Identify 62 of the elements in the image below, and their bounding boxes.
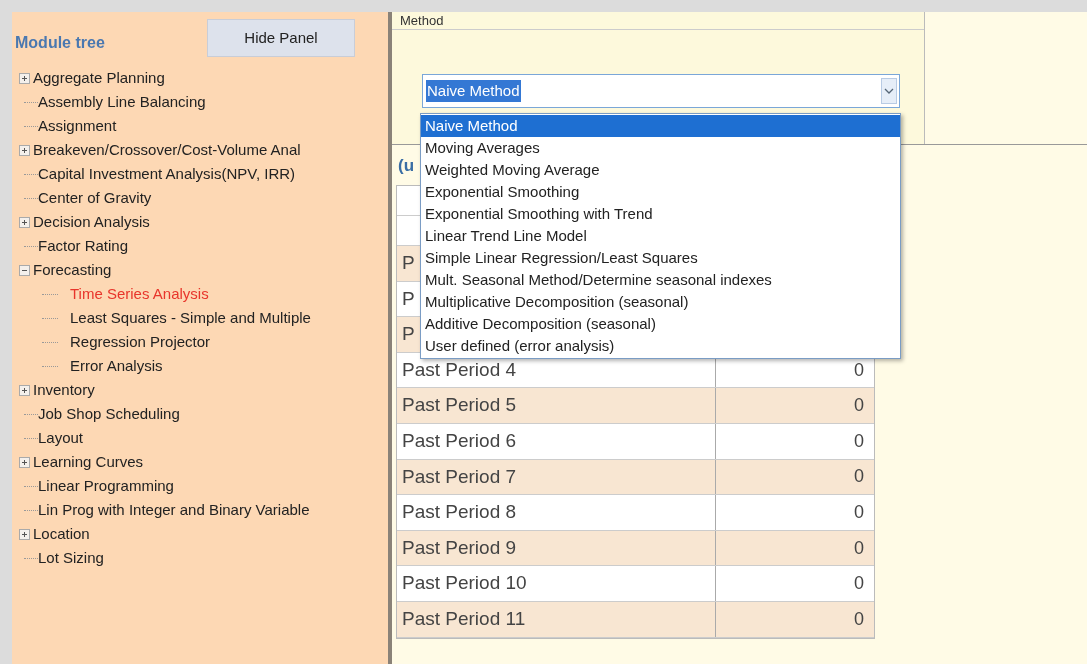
table-cell-text: Past Period 5 — [402, 393, 517, 418]
tree-item[interactable]: Learning Curves — [33, 450, 144, 474]
dropdown-option[interactable]: Simple Linear Regression/Least Squares — [421, 247, 900, 269]
dropdown-option[interactable]: Naive Method — [421, 115, 900, 137]
expand-toggle[interactable] — [19, 528, 30, 540]
dropdown-option[interactable]: User defined (error analysis) — [421, 335, 900, 357]
tree-item[interactable]: Inventory — [33, 378, 95, 402]
table-cell-text: Past Period 11 — [402, 607, 526, 631]
table-cell-text: 0 — [854, 500, 864, 524]
dropdown-option[interactable]: Exponential Smoothing — [421, 181, 900, 203]
dropdown-option[interactable]: Linear Trend Line Model — [421, 225, 900, 247]
table-cell-text: Past Period 10 — [402, 571, 527, 596]
panel-title: Module tree — [15, 33, 106, 53]
tree-item[interactable]: Least Squares - Simple and Multiple — [70, 306, 311, 330]
expand-toggle[interactable] — [19, 216, 30, 228]
tree-item[interactable]: Lin Prog with Integer and Binary Variable — [38, 498, 310, 522]
hide-panel-button[interactable]: Hide Panel — [207, 19, 355, 57]
tree-item[interactable]: Center of Gravity — [38, 186, 152, 210]
table-cell-text: Past Period 9 — [402, 535, 517, 560]
tree-item[interactable]: Aggregate Planning — [33, 66, 165, 90]
tree-item[interactable]: Forecasting — [33, 258, 112, 282]
tree-item[interactable]: Factor Rating — [38, 234, 129, 258]
tree-item[interactable]: Assembly Line Balancing — [38, 90, 206, 114]
tree-item[interactable]: Layout — [38, 426, 84, 450]
table-cell-text: Past Period 4 — [402, 357, 517, 382]
method-label: Method — [400, 14, 444, 27]
dropdown-option[interactable]: Exponential Smoothing with Trend — [421, 203, 900, 225]
dropdown-option[interactable]: Additive Decomposition (seasonal) — [421, 313, 900, 335]
table-cell-text: Past Period 6 — [402, 429, 517, 453]
table-cell-text: 0 — [854, 358, 864, 382]
table-cell-text: P — [402, 251, 415, 276]
dropdown-option[interactable]: Multiplicative Decomposition (seasonal) — [421, 291, 900, 313]
dropdown-option[interactable]: Weighted Moving Average — [421, 159, 900, 181]
expand-toggle[interactable] — [19, 456, 30, 468]
section-heading: (u — [398, 156, 415, 175]
tree-item[interactable]: Lot Sizing — [38, 546, 104, 570]
table-cell-text: P — [402, 286, 415, 311]
expand-toggle[interactable] — [19, 384, 30, 396]
tree-item[interactable]: Error Analysis — [70, 354, 163, 378]
expand-toggle[interactable] — [19, 72, 30, 84]
tree-item[interactable]: Regression Projector — [70, 330, 211, 354]
table-cell-text: 0 — [854, 572, 864, 596]
tree-item[interactable]: Breakeven/Crossover/Cost-Volume Anal — [33, 138, 301, 162]
collapse-toggle[interactable] — [19, 264, 30, 276]
table-cell-text: 0 — [854, 536, 864, 560]
table-cell-text: 0 — [854, 465, 864, 489]
tree-item[interactable]: Decision Analysis — [33, 210, 150, 234]
table-cell-text: Past Period 8 — [402, 500, 517, 525]
tree-item[interactable]: Location — [33, 522, 90, 546]
expand-toggle[interactable] — [19, 144, 30, 156]
tree-item[interactable]: Linear Programming — [38, 474, 174, 498]
tree-item[interactable]: Assignment — [38, 114, 117, 138]
tree-item[interactable]: Capital Investment Analysis(NPV, IRR) — [38, 162, 296, 186]
table-cell-text: P — [402, 322, 415, 347]
table-cell-text: 0 — [854, 394, 864, 418]
method-dropdown[interactable]: Naive Method — [422, 74, 900, 108]
table-cell-text: 0 — [854, 607, 864, 631]
dropdown-option[interactable]: Mult. Seasonal Method/Determine seasonal indexes — [421, 269, 900, 291]
table-cell-text: 0 — [854, 429, 864, 453]
tree-item[interactable]: Job Shop Scheduling — [38, 402, 180, 426]
table-cell-text: Past Period 7 — [402, 464, 517, 489]
dropdown-option[interactable]: Moving Averages — [421, 137, 900, 159]
